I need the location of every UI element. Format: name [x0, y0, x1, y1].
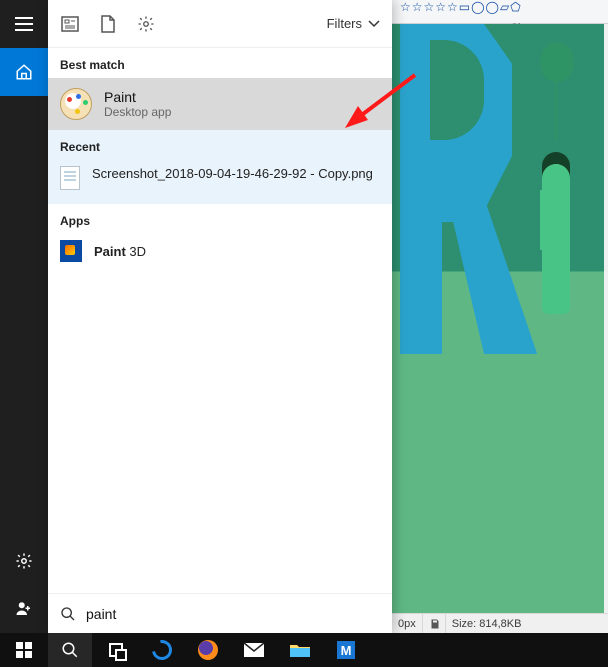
- status-px: 0px: [392, 614, 422, 633]
- task-view-button[interactable]: [94, 633, 138, 667]
- apps-result-paint3d[interactable]: Paint 3D: [48, 234, 392, 268]
- filters-label: Filters: [327, 16, 362, 31]
- recent-file-name: Screenshot_2018-09-04-19-46-29-92 - Copy…: [92, 166, 373, 183]
- edge-icon: [148, 636, 176, 664]
- taskbar-mail[interactable]: [232, 633, 276, 667]
- mail-icon: [243, 642, 265, 658]
- chevron-down-icon: [368, 20, 380, 28]
- paint-status-bar: 0px Size: 814,8KB: [392, 613, 608, 633]
- paint-app-icon: [60, 88, 92, 120]
- search-input-row[interactable]: [48, 593, 392, 633]
- start-button[interactable]: [2, 633, 46, 667]
- taskbar-search-button[interactable]: [48, 633, 92, 667]
- paint-canvas[interactable]: [392, 24, 604, 613]
- taskbar-firefox[interactable]: [186, 633, 230, 667]
- account-button[interactable]: [0, 585, 48, 633]
- canvas-person-arm: [540, 190, 548, 250]
- person-icon: [15, 600, 33, 618]
- paint3d-icon: [60, 240, 82, 262]
- task-view-icon: [109, 643, 123, 657]
- taskbar-explorer[interactable]: [278, 633, 322, 667]
- taskbar-malwarebytes[interactable]: M: [324, 633, 368, 667]
- shapes-gallery[interactable]: ☆☆☆☆☆▭◯◯▱⬠: [400, 0, 598, 14]
- best-match-result[interactable]: Paint Desktop app: [48, 78, 392, 130]
- best-match-title: Paint: [104, 89, 171, 105]
- search-input[interactable]: [86, 606, 380, 622]
- canvas-letter-r: [400, 24, 540, 354]
- taskbar: M: [0, 633, 608, 667]
- settings-button[interactable]: [0, 537, 48, 585]
- settings-scope-icon[interactable]: [136, 14, 156, 34]
- documents-scope-icon[interactable]: [98, 14, 118, 34]
- start-left-rail: [0, 0, 48, 633]
- home-icon: [15, 63, 33, 81]
- search-icon: [61, 641, 79, 659]
- status-size: Size: 814,8KB: [422, 614, 534, 633]
- search-panel-top: Filters: [48, 0, 392, 48]
- search-icon: [60, 606, 76, 622]
- best-match-header: Best match: [48, 48, 392, 78]
- taskbar-edge[interactable]: [140, 633, 184, 667]
- recent-header: Recent: [48, 130, 392, 160]
- gear-icon: [15, 552, 33, 570]
- hamburger-button[interactable]: [0, 0, 48, 48]
- best-match-subtitle: Desktop app: [104, 105, 171, 119]
- apps-scope-icon[interactable]: [60, 14, 80, 34]
- image-file-icon: [60, 166, 80, 190]
- malwarebytes-icon: M: [337, 641, 355, 659]
- apps-result-label: Paint 3D: [94, 244, 146, 259]
- floppy-icon: [429, 618, 441, 630]
- canvas-balloon: [540, 42, 574, 82]
- apps-header: Apps: [48, 204, 392, 234]
- firefox-icon: [198, 640, 218, 660]
- windows-icon: [16, 642, 32, 658]
- recent-file-item[interactable]: Screenshot_2018-09-04-19-46-29-92 - Copy…: [48, 160, 392, 196]
- home-button[interactable]: [0, 48, 48, 96]
- search-panel: Filters Best match Paint Desktop app Rec…: [48, 0, 392, 633]
- folder-icon: [289, 642, 311, 658]
- filters-dropdown[interactable]: Filters: [327, 16, 380, 31]
